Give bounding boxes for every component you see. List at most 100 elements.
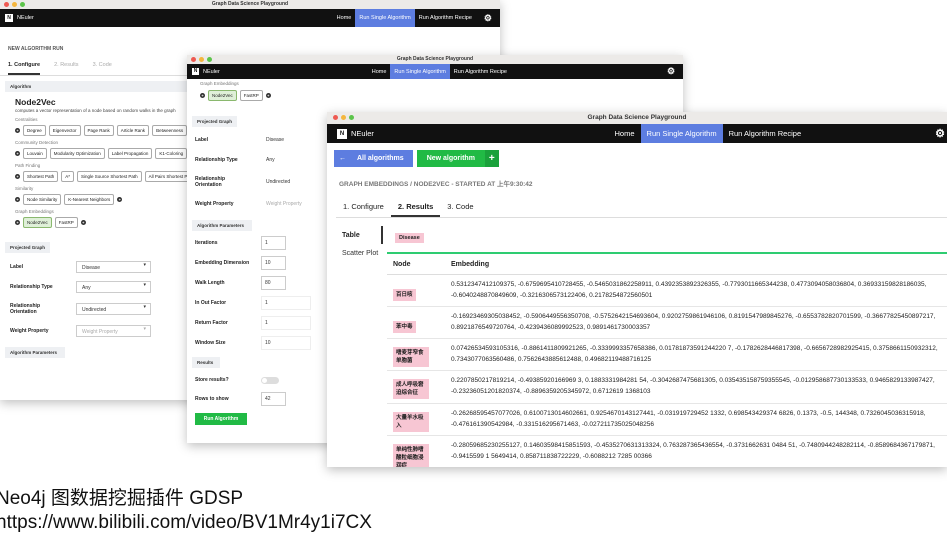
chip-node-similarity[interactable]: Node Similarity — [23, 194, 62, 205]
chip-node2vec[interactable]: Node2Vec — [23, 217, 52, 228]
add-icon[interactable]: + — [15, 197, 20, 202]
in-out-factor-input[interactable]: 1 — [261, 296, 311, 310]
add-icon[interactable]: + — [15, 220, 20, 225]
maximize-dot[interactable] — [20, 2, 25, 7]
close-dot[interactable] — [191, 57, 196, 62]
store-results-toggle[interactable] — [261, 376, 279, 384]
orientation-select[interactable]: Undirected▾ — [261, 176, 336, 188]
label-select[interactable]: Disease▾ — [261, 134, 336, 146]
add-icon[interactable]: + — [80, 220, 86, 225]
caret-down-icon: ▾ — [143, 326, 146, 332]
minimize-dot[interactable] — [12, 2, 17, 7]
tab-code[interactable]: 3. Code — [93, 62, 112, 75]
projected-graph-header: Projected Graph — [192, 116, 237, 127]
table-row: 单纯性肺嗜酸粒细胞浸润症 -0.28059685230255127, 0.146… — [387, 436, 947, 467]
tab-configure[interactable]: 1. Configure — [336, 197, 391, 217]
gear-icon[interactable]: ⚙ — [659, 66, 683, 77]
close-dot[interactable] — [4, 2, 9, 7]
col-node: Node — [393, 260, 411, 268]
table-row: 大量羊水吸入 -0.26268595457077026, 0.610071301… — [387, 404, 947, 436]
caret-down-icon: ▾ — [143, 304, 146, 310]
close-dot[interactable] — [333, 115, 338, 120]
algo-params-header: Algorithm Parameters — [5, 347, 65, 358]
top-navbar: N NEuler Home Run Single Algorithm Run Al… — [0, 9, 500, 27]
gear-icon[interactable]: ⚙ — [476, 13, 500, 24]
chip-knn[interactable]: K-Nearest Neighbors — [64, 194, 115, 205]
chip-degree[interactable]: Degree — [23, 125, 46, 136]
maximize-dot[interactable] — [207, 57, 212, 62]
chip-shortest-path[interactable]: Shortest Path — [23, 171, 59, 182]
new-algorithm-button[interactable]: New algorithm + — [416, 150, 499, 167]
chip-louvain[interactable]: Louvain — [23, 148, 47, 159]
label-select[interactable]: Disease▾ — [76, 261, 151, 273]
walk-length-input[interactable]: 80 — [261, 276, 286, 290]
chip-sssp[interactable]: Single Source Shortest Path — [77, 171, 142, 182]
breadcrumb: GRAPH EMBEDDINGS / NODE2VEC - STARTED AT… — [339, 181, 533, 188]
results-section-header: Results — [192, 357, 220, 368]
nav-run-single[interactable]: Run Single Algorithm — [640, 124, 723, 143]
minimize-dot[interactable] — [341, 115, 346, 120]
window-title: Graph Data Science Playground — [396, 56, 474, 62]
table-row: 百日咳 0.5312347412109375, -0.6759695410728… — [387, 275, 947, 307]
embedding-dimension-input[interactable]: 10 — [261, 256, 286, 270]
node-badge: 百日咳 — [393, 289, 416, 301]
embedding-cell: 0.5312347412109375, -0.6759695410728455,… — [451, 281, 927, 299]
run-algorithm-button[interactable]: Run Algorithm — [195, 413, 247, 425]
tab-results[interactable]: 2. Results — [54, 62, 78, 75]
orientation-select[interactable]: Undirected▾ — [76, 303, 151, 315]
minimize-dot[interactable] — [199, 57, 204, 62]
view-menu: Table Scatter Plot — [336, 226, 383, 467]
nav-run-recipe[interactable]: Run Algorithm Recipe — [450, 64, 511, 79]
chip-fastrp[interactable]: FastRP — [54, 217, 78, 228]
chip-a-star[interactable]: A* — [61, 171, 75, 182]
nav-run-recipe[interactable]: Run Algorithm Recipe — [415, 9, 476, 27]
nav-run-recipe[interactable]: Run Algorithm Recipe — [723, 124, 808, 143]
embedding-cell: -0.16923469305038452, -0.590644955635070… — [451, 313, 936, 331]
tab-code[interactable]: 3. Code — [440, 197, 480, 217]
add-icon[interactable]: + — [15, 128, 20, 133]
chip-fastrp[interactable]: FastRP — [239, 90, 263, 101]
tab-results[interactable]: 2. Results — [390, 197, 441, 217]
add-icon[interactable]: + — [265, 93, 271, 98]
filter-badge: Disease — [395, 233, 424, 243]
rel-type-select[interactable]: Any▾ — [261, 154, 336, 166]
nav-home[interactable]: Home — [368, 64, 391, 79]
return-factor-input[interactable]: 1 — [261, 316, 311, 330]
view-table[interactable]: Table — [336, 226, 383, 244]
add-icon[interactable]: + — [15, 151, 20, 156]
weight-select[interactable]: Weight Property▾ — [261, 198, 336, 210]
table-row: 苯中毒 -0.16923469305038452, -0.59064495563… — [387, 307, 947, 339]
tab-configure[interactable]: 1. Configure — [8, 62, 41, 75]
nav-home[interactable]: Home — [609, 124, 641, 143]
add-icon[interactable]: + — [200, 93, 205, 98]
add-icon[interactable]: + — [15, 174, 20, 179]
nav-run-single[interactable]: Run Single Algorithm — [390, 64, 450, 79]
nav-run-single[interactable]: Run Single Algorithm — [355, 9, 415, 27]
group-title: Graph Embeddings — [200, 81, 239, 86]
rows-to-show-input[interactable]: 42 — [261, 392, 286, 406]
embedding-cell: -0.28059685230255127, 0.1460359841585159… — [451, 442, 935, 460]
all-algorithms-button[interactable]: ← All algorithms — [334, 150, 413, 167]
gear-icon[interactable]: ⚙ — [927, 127, 947, 140]
chip-label-propagation[interactable]: Label Propagation — [107, 148, 153, 159]
chip-eigenvector[interactable]: Eigenvector — [48, 125, 81, 136]
maximize-dot[interactable] — [349, 115, 354, 120]
rel-type-select[interactable]: Any▾ — [76, 281, 151, 293]
nav-home[interactable]: Home — [333, 9, 356, 27]
chip-page-rank[interactable]: Page Rank — [83, 125, 114, 136]
caret-down-icon: ▾ — [143, 262, 146, 268]
chip-article-rank[interactable]: Article Rank — [116, 125, 150, 136]
iterations-input[interactable]: 1 — [261, 236, 286, 250]
page-header: NEW ALGORITHM RUN — [8, 46, 64, 52]
view-scatter-plot[interactable]: Scatter Plot — [336, 244, 383, 257]
chip-k1-coloring[interactable]: K1-Coloring — [155, 148, 188, 159]
window-size-input[interactable]: 10 — [261, 336, 311, 350]
add-icon[interactable]: + — [117, 197, 123, 202]
window-title: Graph Data Science Playground — [587, 114, 687, 121]
chip-modularity[interactable]: Modularity Optimization — [49, 148, 105, 159]
chip-node2vec[interactable]: Node2Vec — [208, 90, 237, 101]
weight-select[interactable]: Weight Property▾ — [76, 325, 151, 337]
caption-url[interactable]: https://www.bilibili.com/video/BV1Mr4y1i… — [0, 512, 372, 534]
node-badge: 苯中毒 — [393, 321, 416, 333]
chip-betweenness[interactable]: Betweenness — [152, 125, 188, 136]
